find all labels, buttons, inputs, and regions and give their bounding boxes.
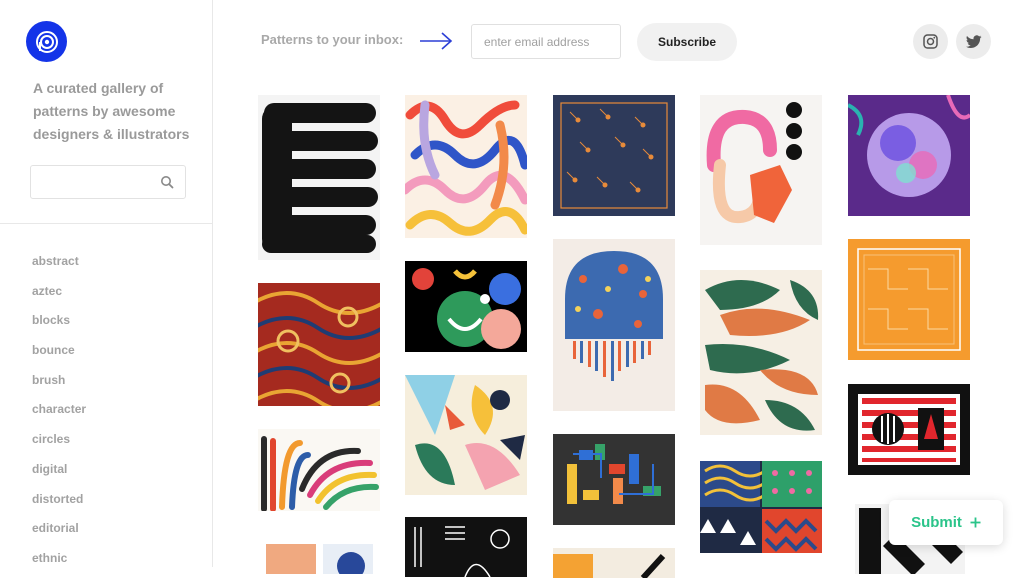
sidebar: A curated gallery of patterns by awesome… [0,0,213,567]
subscribe-button[interactable]: Subscribe [637,23,737,61]
pattern-tile-striped-stamp[interactable] [848,384,970,475]
email-field[interactable] [471,24,621,59]
submit-pattern-button[interactable]: Submit [889,500,1003,545]
category-link[interactable]: brush [32,371,86,401]
newsletter-label: Patterns to your inbox: [261,32,404,47]
pattern-tile-peach-shapes[interactable] [266,544,316,574]
category-link[interactable]: character [32,400,86,430]
pattern-tile-green-orange-leaves[interactable] [700,270,822,435]
submit-label: Submit [911,514,962,531]
pattern-tile-green-smile-circles[interactable] [405,261,527,352]
category-link[interactable]: blocks [32,311,86,341]
pattern-tile-red-tribal[interactable] [258,283,380,406]
pattern-tile-colorful-squiggles[interactable] [405,95,527,238]
pattern-tile-color-blocks-on-black[interactable] [553,434,675,525]
pattern-tile-black-line-art[interactable] [405,517,527,577]
site-tagline: A curated gallery of patterns by awesome… [33,80,190,142]
search-input[interactable] [37,172,157,194]
plus-icon [970,517,981,528]
search-icon[interactable] [160,175,174,189]
sidebar-divider [0,223,212,224]
pattern-tile-tropical-collage[interactable] [405,375,527,495]
category-link[interactable]: circles [32,430,86,460]
twitter-button[interactable] [956,24,991,59]
twitter-icon [965,34,981,48]
pattern-tile-rainbow-arches[interactable] [258,429,380,511]
category-link[interactable]: digital [32,460,86,490]
search-box[interactable] [30,165,186,199]
pattern-tile-orange-black[interactable] [553,548,675,578]
category-list: abstract aztec blocks bounce brush chara… [32,252,86,579]
arrow-right-icon [420,32,453,50]
pattern-tile-pink-arch-black-dots[interactable] [700,95,822,245]
email-input[interactable] [472,25,620,58]
category-link[interactable]: aztec [32,282,86,312]
pattern-tile-splatter-arch[interactable] [553,239,675,411]
instagram-button[interactable] [913,24,948,59]
category-link[interactable]: bounce [32,341,86,371]
pattern-tile-navy-orange-comets[interactable] [553,95,675,216]
pattern-tile-purple-cosmic-circle[interactable] [848,95,970,216]
pattern-tile-blue-shapes[interactable] [323,544,373,574]
category-link[interactable]: abstract [32,252,86,282]
instagram-icon [923,34,938,49]
category-link[interactable]: editorial [32,519,86,549]
pattern-tile-orange-geometric-bandana[interactable] [848,239,970,360]
category-link[interactable]: ethnic [32,549,86,579]
pattern-tile-black-brush-waves[interactable] [258,95,380,260]
p-spiral-logo-icon[interactable] [26,21,67,62]
pattern-tile-triangles-and-waves[interactable] [700,461,822,553]
category-link[interactable]: distorted [32,490,86,520]
